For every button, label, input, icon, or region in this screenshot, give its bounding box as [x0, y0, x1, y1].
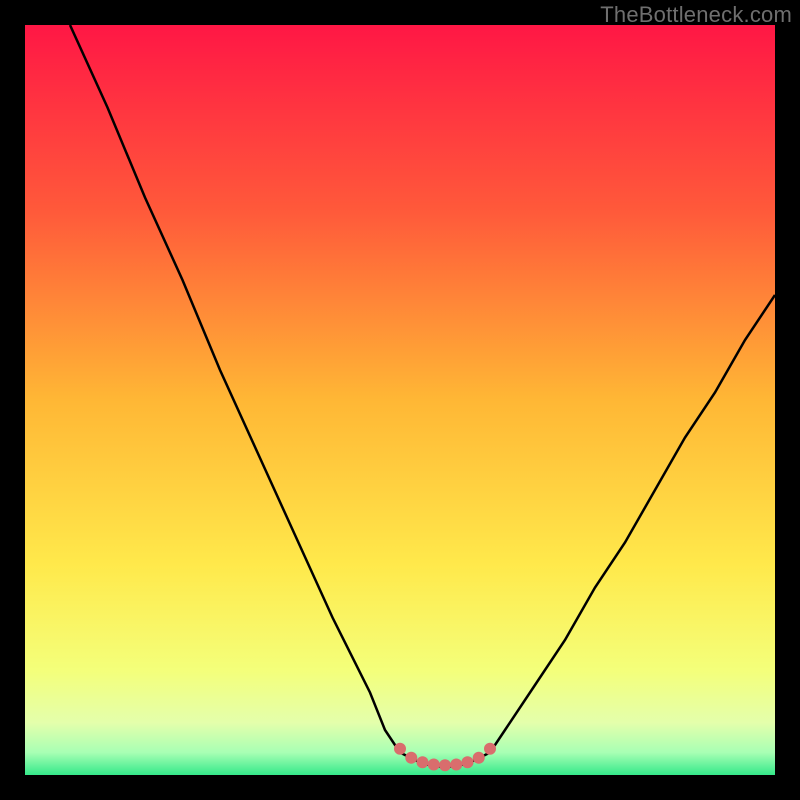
minimum-marker: [450, 759, 462, 771]
chart-frame: TheBottleneck.com: [0, 0, 800, 800]
minimum-marker: [462, 756, 474, 768]
minimum-marker: [439, 759, 451, 771]
watermark-text: TheBottleneck.com: [600, 2, 792, 28]
minimum-marker: [417, 756, 429, 768]
minimum-marker: [473, 752, 485, 764]
minimum-marker: [484, 743, 496, 755]
plot-area: [25, 25, 775, 775]
minimum-marker: [394, 743, 406, 755]
minimum-marker: [405, 752, 417, 764]
minimum-marker: [428, 759, 440, 771]
bottleneck-curve: [25, 25, 775, 775]
